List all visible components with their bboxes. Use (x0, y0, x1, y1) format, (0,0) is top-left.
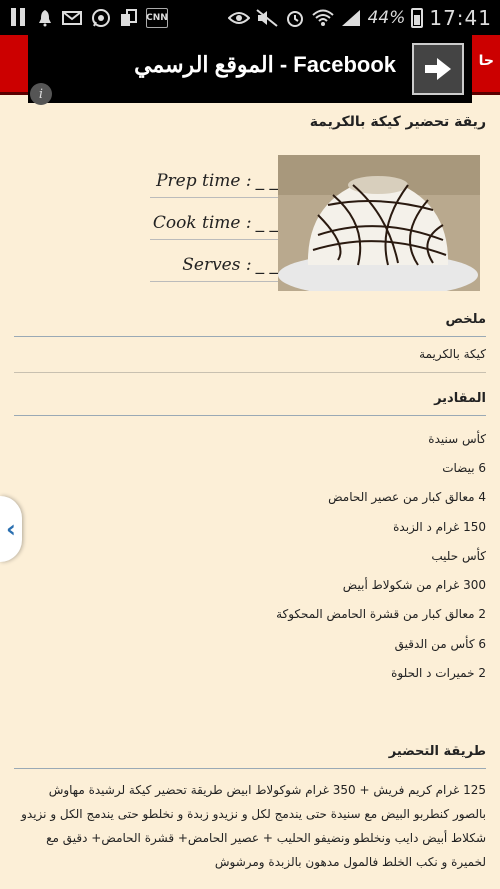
method-divider (14, 768, 486, 769)
serves-row: Serves : _ _ (150, 240, 278, 282)
mail-icon (62, 8, 84, 28)
ingredients-divider (14, 415, 486, 416)
arrow-right-icon[interactable] (412, 43, 464, 95)
ingredient-item: كأس حليب (431, 548, 486, 563)
ad-text[interactable]: Facebook - الموقع الرسمي (134, 52, 396, 78)
ingredient-item: كأس سنيدة (428, 431, 486, 446)
summary-heading: ملخص (445, 312, 486, 327)
ad-banner[interactable]: Facebook - الموقع الرسمي i (28, 35, 472, 105)
bell-icon (34, 8, 56, 28)
pause-icon (8, 7, 28, 28)
ingredient-item: 6 كأس من الدقيق (394, 636, 486, 651)
whatsapp-icon (90, 8, 112, 28)
summary-divider (14, 336, 486, 337)
ingredient-item: 300 غرام من شكولاط أبيض (342, 578, 486, 593)
battery-icon (411, 7, 424, 28)
header-title: حا (478, 53, 494, 69)
serves-label: Serves : (182, 255, 252, 275)
wifi-icon (311, 8, 334, 28)
method-heading: طريقة التحضير (388, 744, 486, 759)
info-icon[interactable]: i (30, 83, 52, 105)
prep-time-row: Prep time : _ _ (150, 156, 278, 198)
summary-text: كيكة بالكريمة (419, 347, 486, 361)
method-text: 125 غرام كريم فريش + 350 غرام شوكولاط اب… (21, 783, 486, 869)
ingredients-list: كأس سنيدة 6 بيضات 4 معالق كبار من عصير ا… (16, 424, 486, 688)
signal-icon (340, 8, 362, 28)
ingredient-item: 4 معالق كبار من عصير الحامض (328, 490, 486, 505)
serves-value: _ _ (255, 255, 278, 275)
mute-icon (255, 8, 278, 28)
clock: 17:41 (429, 5, 492, 30)
status-bar: CNN 44% 17:41 (0, 0, 500, 35)
ingredient-item: 150 غرام د الزبدة (393, 519, 486, 534)
ingredient-item: 6 بيضات (442, 460, 486, 475)
prep-time-value: _ _ (255, 171, 278, 191)
cake-photo (278, 155, 480, 291)
eye-icon (227, 8, 250, 28)
recipe-title: ريقة تحضير كيكة بالكريمة (309, 114, 486, 130)
cook-time-row: Cook time : _ _ (150, 198, 278, 240)
prep-time-label: Prep time : (156, 171, 252, 191)
recipe-meta: Prep time : _ _ Cook time : _ _ Serves :… (150, 156, 278, 282)
cook-time-label: Cook time : (152, 213, 252, 233)
cook-time-value: _ _ (255, 213, 278, 233)
battery-percent: 44% (367, 7, 406, 28)
copy-icon (118, 8, 140, 28)
summary-bottom-divider (14, 372, 486, 373)
ingredients-heading: المقادير (434, 391, 486, 406)
ingredient-item: 2 خميرات د الحلوة (391, 666, 486, 681)
ingredient-item: 2 معالق كبار من قشرة الحامض المحكوكة (276, 607, 486, 622)
alarm-icon (284, 8, 306, 28)
cnn-icon: CNN (146, 7, 168, 28)
